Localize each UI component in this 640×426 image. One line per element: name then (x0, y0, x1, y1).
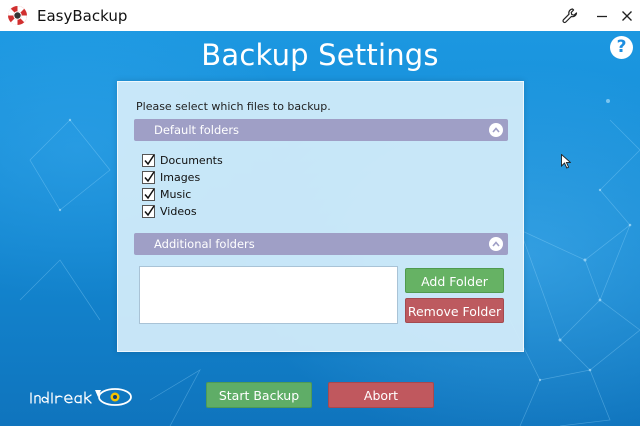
checkmark-icon (144, 171, 155, 182)
app-title: EasyBackup (37, 7, 128, 25)
remove-folder-button[interactable]: Remove Folder (405, 298, 504, 323)
checkbox-label: Videos (160, 204, 197, 218)
collapse-toggle[interactable] (489, 237, 503, 251)
checkmark-icon (144, 188, 155, 199)
chevron-up-icon (492, 127, 500, 133)
section-label: Additional folders (154, 237, 255, 251)
checkbox-images[interactable]: Images (142, 169, 200, 185)
checkbox-label: Music (160, 187, 192, 201)
wrench-icon (562, 7, 578, 23)
watermark-logo (30, 388, 132, 406)
additional-folders-list[interactable] (139, 266, 398, 324)
close-button[interactable] (614, 4, 640, 27)
start-backup-button[interactable]: Start Backup (206, 382, 312, 408)
mouse-cursor-icon (561, 154, 571, 169)
default-folders-header[interactable]: Default folders (134, 119, 508, 141)
title-bar: EasyBackup (0, 0, 640, 31)
checkbox[interactable] (142, 187, 155, 201)
lifebuoy-icon (8, 6, 27, 25)
abort-button[interactable]: Abort (328, 382, 434, 408)
checkbox-music[interactable]: Music (142, 186, 191, 202)
checkbox-videos[interactable]: Videos (142, 203, 197, 219)
settings-panel: Please select which files to backup. Def… (117, 81, 524, 352)
section-label: Default folders (154, 123, 240, 137)
close-icon (622, 10, 632, 21)
checkbox[interactable] (142, 170, 155, 184)
page-title: Backup Settings (201, 38, 439, 72)
instruction-text: Please select which files to backup. (136, 100, 331, 113)
checkbox[interactable] (142, 204, 155, 218)
collapse-toggle[interactable] (489, 123, 503, 137)
minimize-button[interactable] (589, 4, 615, 27)
chevron-up-icon (492, 241, 500, 247)
checkmark-icon (144, 154, 155, 165)
checkbox-documents[interactable]: Documents (142, 152, 223, 168)
app-window: EasyBackup Backup Settings ? Please sele… (0, 0, 640, 426)
settings-button[interactable] (557, 4, 583, 27)
help-button[interactable]: ? (610, 36, 633, 59)
additional-folders-header[interactable]: Additional folders (134, 233, 508, 255)
add-folder-button[interactable]: Add Folder (405, 268, 504, 293)
checkbox-label: Images (160, 170, 201, 184)
minimize-icon (597, 15, 607, 17)
checkbox[interactable] (142, 153, 155, 167)
checkbox-label: Documents (160, 153, 223, 167)
checkmark-icon (144, 205, 155, 216)
